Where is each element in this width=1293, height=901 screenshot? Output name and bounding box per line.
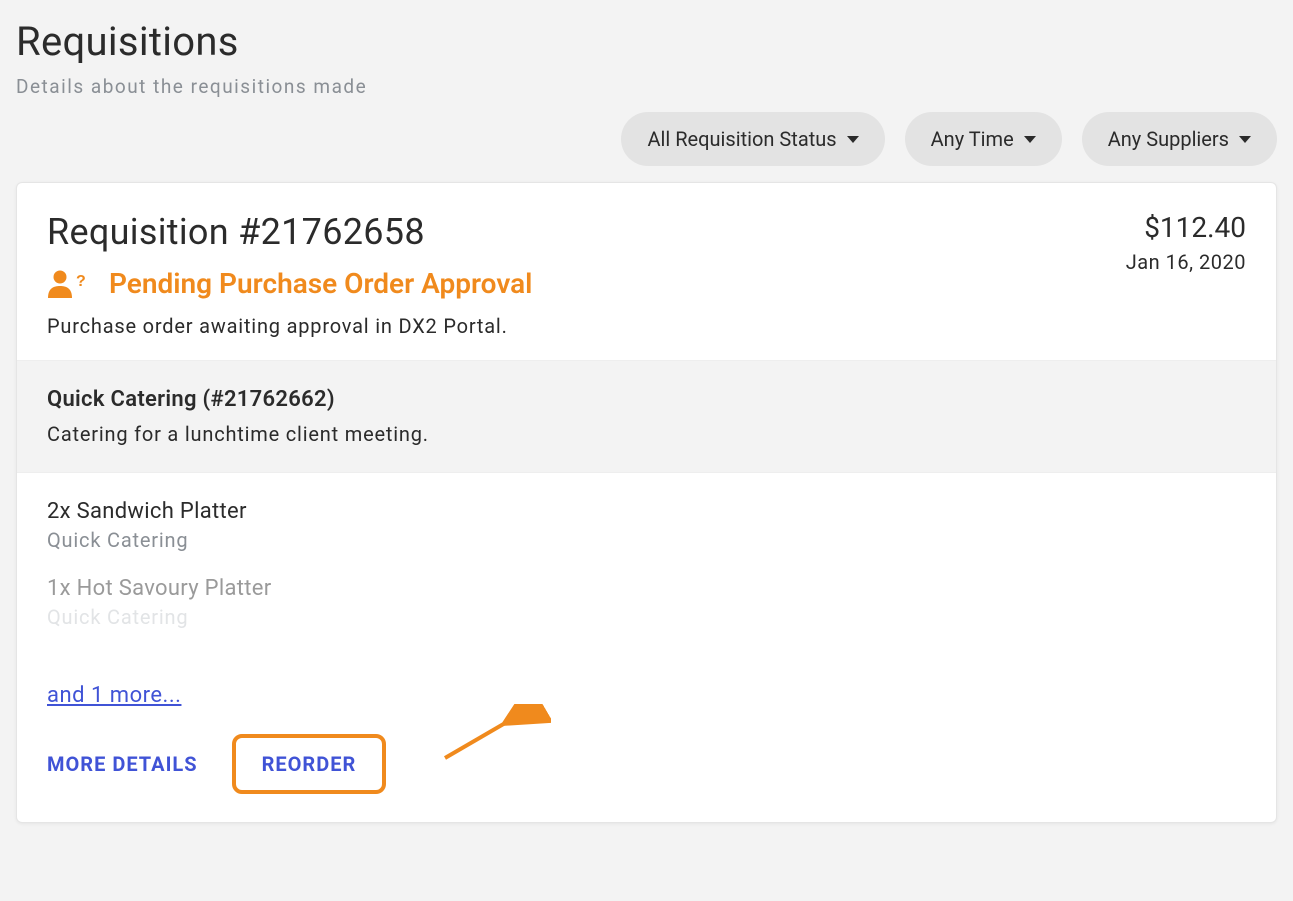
person-question-icon: ? — [47, 269, 87, 299]
line-item: 2x Sandwich Platter Quick Catering — [47, 499, 1246, 552]
filter-status-label: All Requisition Status — [647, 127, 836, 151]
arrow-annotation-icon — [431, 704, 551, 784]
reorder-button[interactable]: REORDER — [262, 752, 357, 776]
requisition-status-desc: Purchase order awaiting approval in DX2 … — [47, 314, 1126, 338]
line-item: 1x Hot Savoury Platter Quick Catering — [47, 576, 1246, 629]
page-title: Requisitions — [16, 18, 1277, 65]
chevron-down-icon — [847, 136, 859, 143]
filter-row: All Requisition Status Any Time Any Supp… — [16, 112, 1277, 166]
filter-time-label: Any Time — [931, 127, 1014, 151]
line-item-sub: Quick Catering — [47, 605, 1246, 629]
filter-status-dropdown[interactable]: All Requisition Status — [621, 112, 884, 166]
chevron-down-icon — [1024, 136, 1036, 143]
chevron-down-icon — [1239, 136, 1251, 143]
requisition-date: Jan 16, 2020 — [1126, 250, 1246, 274]
line-item-title: 1x Hot Savoury Platter — [47, 576, 1246, 601]
more-details-button[interactable]: MORE DETAILS — [47, 752, 198, 776]
page-subtitle: Details about the requisitions made — [16, 75, 1277, 98]
filter-suppliers-dropdown[interactable]: Any Suppliers — [1082, 112, 1277, 166]
supplier-title: Quick Catering (#21762662) — [47, 387, 1246, 412]
items-area: 2x Sandwich Platter Quick Catering 1x Ho… — [17, 473, 1276, 708]
svg-text:?: ? — [76, 273, 86, 290]
filter-time-dropdown[interactable]: Any Time — [905, 112, 1062, 166]
requisition-price: $112.40 — [1126, 211, 1246, 244]
requisition-title: Requisition #21762658 — [47, 211, 1126, 253]
card-header: Requisition #21762658 ? Pending Purchase… — [17, 183, 1276, 360]
line-item-sub: Quick Catering — [47, 528, 1246, 552]
requisition-card: Requisition #21762658 ? Pending Purchase… — [16, 182, 1277, 823]
line-item-title: 2x Sandwich Platter — [47, 499, 1246, 524]
reorder-highlight: REORDER — [232, 734, 387, 794]
filter-suppliers-label: Any Suppliers — [1108, 127, 1229, 151]
more-items-link[interactable]: and 1 more... — [47, 683, 181, 708]
requisition-status: Pending Purchase Order Approval — [109, 267, 532, 300]
actions-row: MORE DETAILS REORDER — [17, 708, 1276, 822]
supplier-desc: Catering for a lunchtime client meeting. — [47, 422, 1246, 446]
supplier-section: Quick Catering (#21762662) Catering for … — [17, 360, 1276, 473]
